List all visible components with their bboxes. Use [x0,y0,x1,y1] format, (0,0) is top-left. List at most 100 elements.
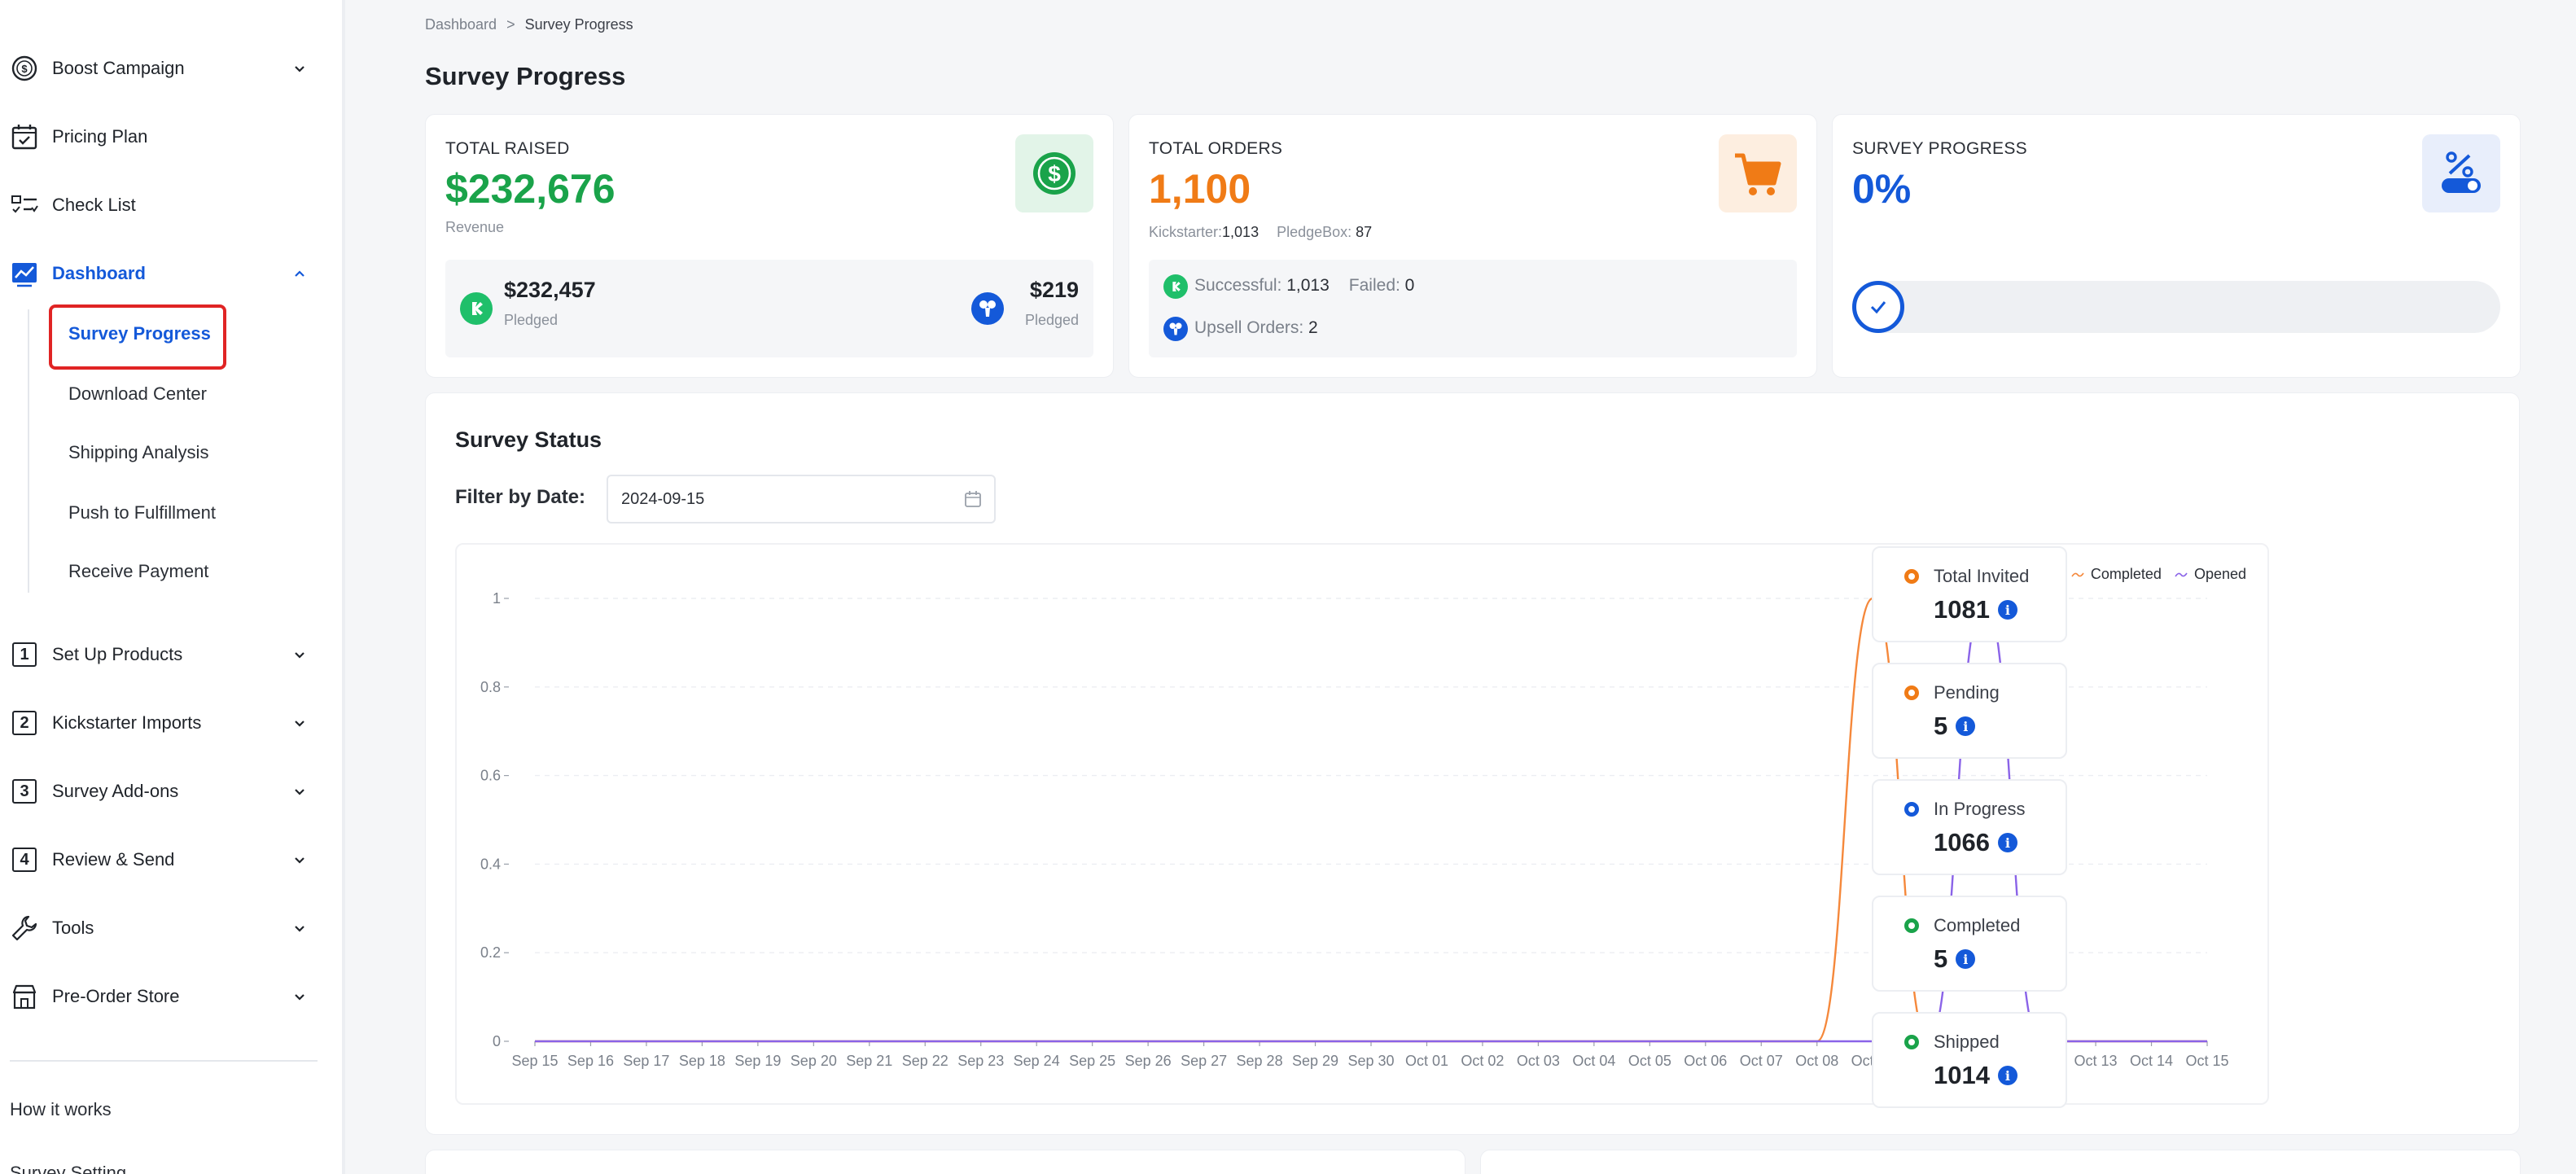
sidebar-item-label: Kickstarter Imports [52,712,202,733]
stat-value: 5 [1934,944,1948,973]
chevron-down-icon [295,857,304,864]
sidebar-subitem-shipping-analysis[interactable]: Shipping Analysis [68,436,208,469]
kickstarter-pledged-amount: $232,457 [504,278,596,302]
percent-badge [2422,134,2500,212]
y-tick-label: 0 [493,1033,501,1049]
chevron-down-icon [295,66,304,72]
sidebar-item-dashboard[interactable]: Dashboard [0,248,326,300]
sidebar-item-pricing-plan[interactable]: Pricing Plan [0,111,326,163]
x-tick-label: Oct 08 [1795,1053,1838,1069]
step-2-icon: 2 [10,708,39,738]
x-tick-label: Oct 14 [2130,1053,2173,1069]
x-tick-label: Sep 24 [1014,1053,1060,1069]
sidebar-item-pre-order-store[interactable]: Pre-Order Store [0,970,326,1023]
stat-value: 1014 [1934,1061,1990,1089]
info-icon[interactable]: i [1997,1066,2017,1085]
sidebar-subitem-receive-payment[interactable]: Receive Payment [68,555,208,588]
svg-text:$: $ [21,63,28,75]
percent-toggle-icon [2442,151,2481,193]
legend-label-opened: Opened [2193,566,2246,582]
pledgebox-pledged-amount: $219 [1029,278,1079,302]
sidebar-item-review-send[interactable]: 4 Review & Send [0,834,326,886]
stat-label: Completed [1934,915,2021,935]
x-tick-label: Oct 02 [1461,1053,1504,1069]
y-tick-label: 0.4 [480,856,501,872]
info-icon[interactable]: i [1997,833,2017,852]
filter-by-date-label: Filter by Date: [455,486,586,508]
dashboard-chart-icon [10,259,39,288]
x-tick-label: Sep 25 [1069,1053,1115,1069]
money-badge: $ [1015,134,1093,212]
legend-item-completed[interactable]: Completed [2071,566,2162,583]
sidebar-item-tools[interactable]: Tools [0,902,326,954]
y-tick-label: 1 [493,590,501,607]
orders-breakdown: Successful: 1,013 Failed: 0 Upsell Orders… [1149,260,1797,357]
stat-value: 5 [1934,712,1948,740]
x-tick-label: Sep 23 [957,1053,1004,1069]
chevron-down-icon [295,926,304,932]
info-icon[interactable]: i [1956,949,1976,969]
calendar-check-icon [10,122,39,151]
kickstarter-icon [1163,274,1188,299]
survey-setting-link[interactable]: Survey Setting [10,1163,126,1174]
info-icon[interactable]: i [1956,716,1976,736]
how-it-works-link[interactable]: How it works [10,1099,112,1120]
step-3-icon: 3 [10,777,39,806]
chevron-down-icon [295,652,304,659]
date-filter-input[interactable] [607,475,996,523]
total-raised-label: TOTAL RAISED [445,139,570,158]
status-dot-icon [1904,802,1919,817]
x-tick-label: Sep 30 [1347,1053,1394,1069]
sidebar: $ Boost Campaign Pricing Plan Check List… [0,0,345,1174]
breadcrumb-current: Survey Progress [524,16,633,33]
survey-progress-card: SURVEY PROGRESS 0% [1832,114,2521,378]
sidebar-item-set-up-products[interactable]: 1 Set Up Products [0,629,326,681]
sidebar-item-label: Pricing Plan [52,126,148,147]
x-tick-label: Sep 29 [1292,1053,1338,1069]
x-tick-label: Sep 19 [734,1053,781,1069]
x-tick-label: Sep 20 [791,1053,837,1069]
sidebar-item-survey-add-ons[interactable]: 3 Survey Add-ons [0,765,326,817]
total-raised-value: $232,676 [445,166,616,212]
shopping-cart-icon [1735,153,1781,195]
chevron-down-icon [295,789,304,795]
chevron-down-icon [295,994,304,1001]
sidebar-item-label: Tools [52,918,94,938]
x-tick-label: Sep 27 [1181,1053,1227,1069]
pledgebox-icon [1163,317,1188,341]
total-orders-value: 1,100 [1149,166,1251,212]
stat-value-row: 5i [1934,944,1976,974]
x-tick-label: Oct 13 [2074,1053,2118,1069]
x-tick-label: Oct 01 [1405,1053,1448,1069]
chevron-down-icon [295,721,304,727]
sidebar-item-label: Dashboard [52,263,146,283]
total-orders-card: TOTAL ORDERS 1,100 Kickstarter:1,013 Pled… [1128,114,1817,378]
sidebar-item-label: Review & Send [52,849,175,870]
x-tick-label: Oct 05 [1628,1053,1671,1069]
legend-item-opened[interactable]: Opened [2175,566,2246,583]
bottom-panel-right [1480,1150,2521,1174]
total-raised-card: TOTAL RAISED $232,676 Revenue $ $232,457… [425,114,1114,378]
sidebar-item-boost-campaign[interactable]: $ Boost Campaign [0,42,326,94]
status-dot-icon [1904,569,1919,584]
sidebar-subitem-push-to-fulfillment[interactable]: Push to Fulfillment [68,497,216,529]
sidebar-subitem-survey-progress[interactable]: Survey Progress [68,318,211,350]
sidebar-subitem-download-center[interactable]: Download Center [68,378,207,410]
info-icon[interactable]: i [1997,600,2017,620]
survey-status-title: Survey Status [455,427,602,452]
progress-check-icon [1852,281,1904,333]
status-dot-icon [1904,918,1919,933]
stat-label: In Progress [1934,799,2026,819]
x-tick-label: Sep 22 [902,1053,948,1069]
stat-value: 1066 [1934,828,1990,856]
x-tick-label: Sep 18 [679,1053,725,1069]
sidebar-item-kickstarter-imports[interactable]: 2 Kickstarter Imports [0,697,326,749]
page-title: Survey Progress [425,62,626,90]
sidebar-item-check-list[interactable]: Check List [0,179,326,231]
stat-value-row: 5i [1934,712,1976,741]
breadcrumb-root[interactable]: Dashboard [425,16,497,33]
step-4-icon: 4 [10,845,39,874]
calendar-icon[interactable] [963,489,983,509]
y-tick-label: 0.2 [480,944,501,961]
x-tick-label: Sep 17 [623,1053,669,1069]
